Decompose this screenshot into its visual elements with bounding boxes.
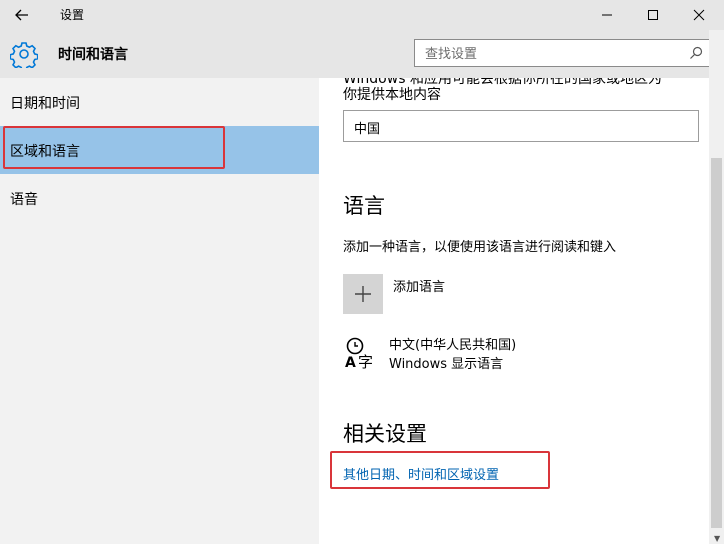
scrollbar-thumb[interactable] xyxy=(711,158,722,528)
language-icon: A 字 xyxy=(345,337,373,370)
sidebar: 日期和时间 区域和语言 语音 xyxy=(0,78,319,544)
add-language-button[interactable]: 添加语言 xyxy=(343,272,543,314)
sidebar-item-speech[interactable]: 语音 xyxy=(0,174,319,222)
sidebar-item-label: 区域和语言 xyxy=(10,144,80,160)
region-description: 你提供本地内容 xyxy=(343,87,441,103)
search-input[interactable] xyxy=(423,43,677,65)
maximize-icon xyxy=(648,10,658,20)
add-language-label: 添加语言 xyxy=(393,280,446,295)
language-heading: 语言 xyxy=(343,194,385,218)
sidebar-item-region-language[interactable]: 区域和语言 xyxy=(0,126,319,174)
scroll-down-icon[interactable]: ▼ xyxy=(714,534,720,543)
svg-text:A: A xyxy=(345,355,356,370)
svg-text:字: 字 xyxy=(358,353,373,370)
sidebar-item-label: 语音 xyxy=(10,192,38,208)
main-content: Windows 和应用可能会根据你所在的国家或地区为 你提供本地内容 中国 语言… xyxy=(319,78,709,544)
gear-icon xyxy=(10,42,38,68)
back-arrow-icon xyxy=(15,9,28,21)
close-button[interactable] xyxy=(676,0,722,30)
region-dropdown[interactable]: 中国 xyxy=(343,110,699,142)
related-settings-heading: 相关设置 xyxy=(343,422,427,446)
title-bar: 设置 xyxy=(0,0,724,30)
close-icon xyxy=(693,9,705,21)
page-title: 时间和语言 xyxy=(58,47,128,63)
window-title: 设置 xyxy=(60,8,85,22)
minimize-button[interactable] xyxy=(584,0,630,30)
plus-icon xyxy=(355,286,371,302)
language-description: 添加一种语言，以便使用该语言进行阅读和键入 xyxy=(343,240,617,255)
language-name: 中文(中华人民共和国) xyxy=(389,338,517,353)
language-list-item[interactable]: A 字 中文(中华人民共和国) Windows 显示语言 xyxy=(343,334,643,378)
additional-date-time-region-link[interactable]: 其他日期、时间和区域设置 xyxy=(343,464,499,483)
back-button[interactable] xyxy=(10,5,34,25)
region-dropdown-value: 中国 xyxy=(354,122,381,137)
sidebar-item-date-time[interactable]: 日期和时间 xyxy=(0,78,319,126)
sidebar-item-label: 日期和时间 xyxy=(10,96,80,112)
plus-tile xyxy=(343,274,383,314)
settings-header: 时间和语言 xyxy=(0,30,724,78)
search-icon[interactable] xyxy=(689,46,703,60)
search-box[interactable] xyxy=(414,39,710,67)
language-subtitle: Windows 显示语言 xyxy=(389,357,504,372)
minimize-icon xyxy=(602,14,612,16)
maximize-button[interactable] xyxy=(630,0,676,30)
scrollbar[interactable]: ▼ xyxy=(709,30,724,544)
